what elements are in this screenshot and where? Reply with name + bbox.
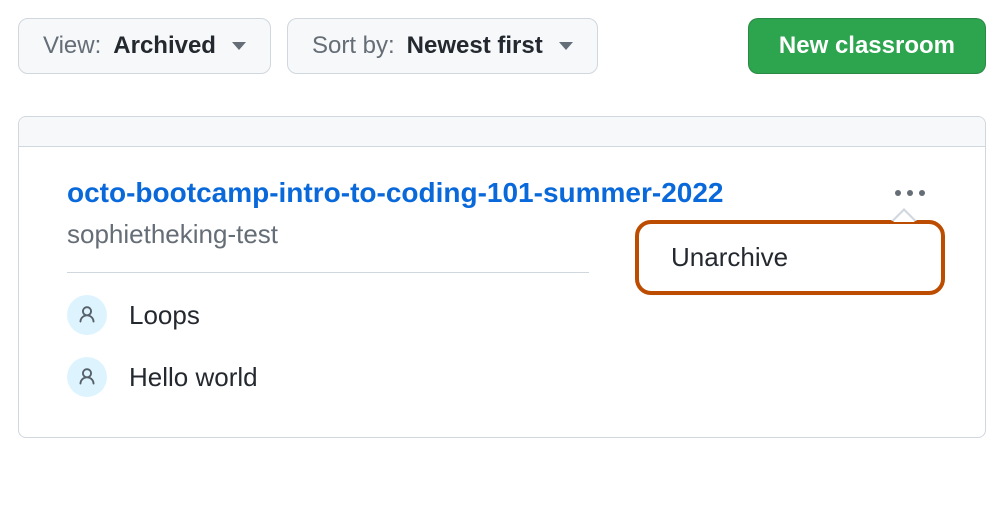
title-row: octo-bootcamp-intro-to-coding-101-summer… (67, 177, 937, 209)
kebab-dot-icon (895, 190, 901, 196)
new-classroom-button[interactable]: New classroom (748, 18, 986, 74)
unarchive-menu-item[interactable]: Unarchive (635, 220, 945, 295)
view-filter-button[interactable]: View: Archived (18, 18, 271, 74)
person-icon (67, 357, 107, 397)
list-item: Loops (67, 295, 937, 335)
classroom-card: octo-bootcamp-intro-to-coding-101-summer… (18, 116, 986, 438)
list-item: Hello world (67, 357, 937, 397)
assignment-label: Loops (129, 300, 200, 331)
sort-filter-button[interactable]: Sort by: Newest first (287, 18, 598, 74)
sort-value: Newest first (407, 32, 543, 60)
classroom-title-link[interactable]: octo-bootcamp-intro-to-coding-101-summer… (67, 177, 724, 209)
kebab-wrap: Unarchive (889, 184, 937, 202)
kebab-dot-icon (919, 190, 925, 196)
caret-down-icon (555, 42, 573, 50)
caret-down-icon (228, 42, 246, 50)
person-icon (67, 295, 107, 335)
assignments-list: Loops Hello world (67, 295, 937, 397)
card-header-strip (19, 117, 985, 147)
toolbar: View: Archived Sort by: Newest first New… (18, 18, 986, 74)
view-value: Archived (113, 32, 216, 60)
view-prefix: View: (43, 32, 101, 60)
divider (67, 272, 589, 273)
sort-prefix: Sort by: (312, 32, 395, 60)
kebab-menu-button[interactable] (889, 184, 931, 202)
card-body: octo-bootcamp-intro-to-coding-101-summer… (19, 147, 985, 437)
kebab-dot-icon (907, 190, 913, 196)
assignment-label: Hello world (129, 362, 258, 393)
